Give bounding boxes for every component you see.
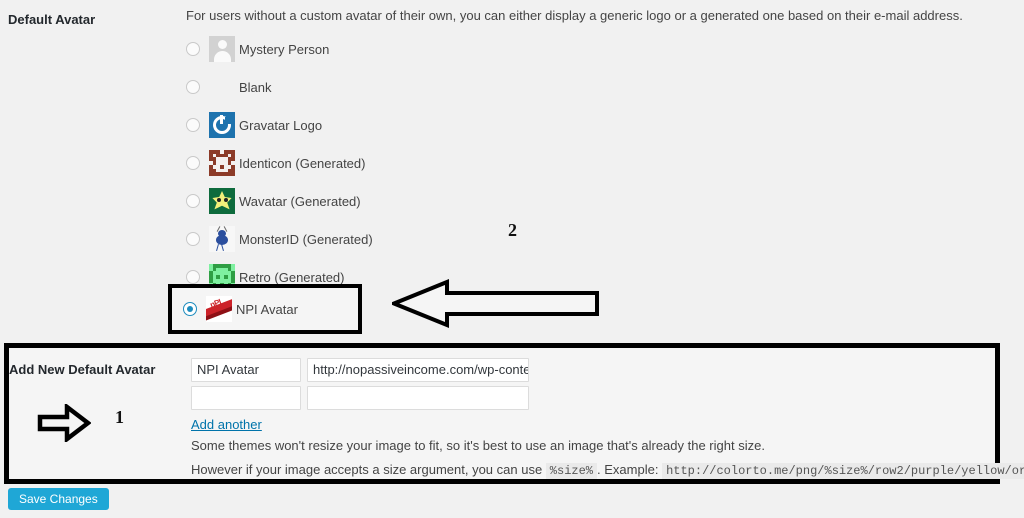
radio-retro[interactable] bbox=[186, 270, 200, 284]
help-text-suffix: . Example: bbox=[597, 462, 659, 477]
avatar-input-row bbox=[191, 386, 987, 410]
identicon-avatar-icon bbox=[209, 150, 235, 176]
avatar-option-wavatar[interactable]: Wavatar (Generated) bbox=[186, 182, 1006, 220]
avatar-option-label: MonsterID (Generated) bbox=[239, 231, 373, 247]
avatar-option-label: Blank bbox=[239, 79, 272, 95]
wavatar-avatar-icon bbox=[209, 188, 235, 214]
annotation-number-1: 1 bbox=[115, 407, 124, 427]
add-new-avatar-inputs: NPI Avatar http://nopassiveincome.com/wp… bbox=[191, 358, 1024, 481]
help-text-line-2: However if your image accepts a size arg… bbox=[191, 460, 1024, 481]
radio-wavatar[interactable] bbox=[186, 194, 200, 208]
annotation-number-2: 2 bbox=[508, 220, 517, 240]
size-token-code: %size% bbox=[545, 463, 598, 479]
avatar-option-blank[interactable]: Blank bbox=[186, 68, 1006, 106]
avatar-name-input-empty[interactable] bbox=[191, 386, 301, 410]
avatar-input-row: NPI Avatar http://nopassiveincome.com/wp… bbox=[191, 358, 987, 382]
monsterid-avatar-icon bbox=[209, 226, 235, 252]
radio-npi-avatar[interactable] bbox=[183, 302, 197, 316]
annotation-arrow-right bbox=[37, 404, 91, 442]
avatar-option-mystery[interactable]: Mystery Person bbox=[186, 30, 1006, 68]
radio-identicon[interactable] bbox=[186, 156, 200, 170]
avatar-option-label: Wavatar (Generated) bbox=[239, 193, 361, 209]
blank-avatar-icon bbox=[209, 74, 235, 100]
radio-mystery-person[interactable] bbox=[186, 42, 200, 56]
help-text-line-1: Some themes won't resize your image to f… bbox=[191, 438, 765, 453]
radio-blank[interactable] bbox=[186, 80, 200, 94]
avatar-option-gravatar[interactable]: Gravatar Logo bbox=[186, 106, 1006, 144]
avatar-option-label: Identicon (Generated) bbox=[239, 155, 366, 171]
avatar-option-label: Mystery Person bbox=[239, 41, 330, 57]
add-new-default-avatar-label: Add New Default Avatar bbox=[9, 362, 156, 377]
npi-avatar-highlight-box: nPI NPI Avatar bbox=[168, 284, 362, 334]
annotation-arrow-left bbox=[392, 279, 599, 328]
avatar-option-label: Retro (Generated) bbox=[239, 269, 345, 285]
gravatar-logo-icon bbox=[209, 112, 235, 138]
avatar-url-input-empty[interactable] bbox=[307, 386, 529, 410]
add-another-link[interactable]: Add another bbox=[191, 417, 262, 432]
avatar-url-input[interactable]: http://nopassiveincome.com/wp-content bbox=[307, 358, 529, 382]
page-title: Default Avatar bbox=[8, 12, 96, 27]
radio-monsterid[interactable] bbox=[186, 232, 200, 246]
avatar-option-label: NPI Avatar bbox=[236, 301, 298, 317]
avatar-name-input[interactable]: NPI Avatar bbox=[191, 358, 301, 382]
npi-avatar-icon: nPI bbox=[206, 296, 232, 322]
radio-gravatar-logo[interactable] bbox=[186, 118, 200, 132]
default-avatar-description: For users without a custom avatar of the… bbox=[186, 8, 963, 23]
example-url-code: http://colorto.me/png/%size%/row2/purple… bbox=[662, 463, 1024, 479]
add-new-default-avatar-section: Add New Default Avatar NPI Avatar http:/… bbox=[4, 343, 1024, 484]
help-text-prefix: However if your image accepts a size arg… bbox=[191, 462, 543, 477]
avatar-option-npi-selected[interactable]: nPI NPI Avatar bbox=[172, 288, 358, 330]
save-changes-button[interactable]: Save Changes bbox=[8, 488, 109, 510]
avatar-option-identicon[interactable]: Identicon (Generated) bbox=[186, 144, 1006, 182]
avatar-option-label: Gravatar Logo bbox=[239, 117, 323, 133]
avatar-option-monsterid[interactable]: MonsterID (Generated) bbox=[186, 220, 1006, 258]
mystery-person-avatar-icon bbox=[209, 36, 235, 62]
